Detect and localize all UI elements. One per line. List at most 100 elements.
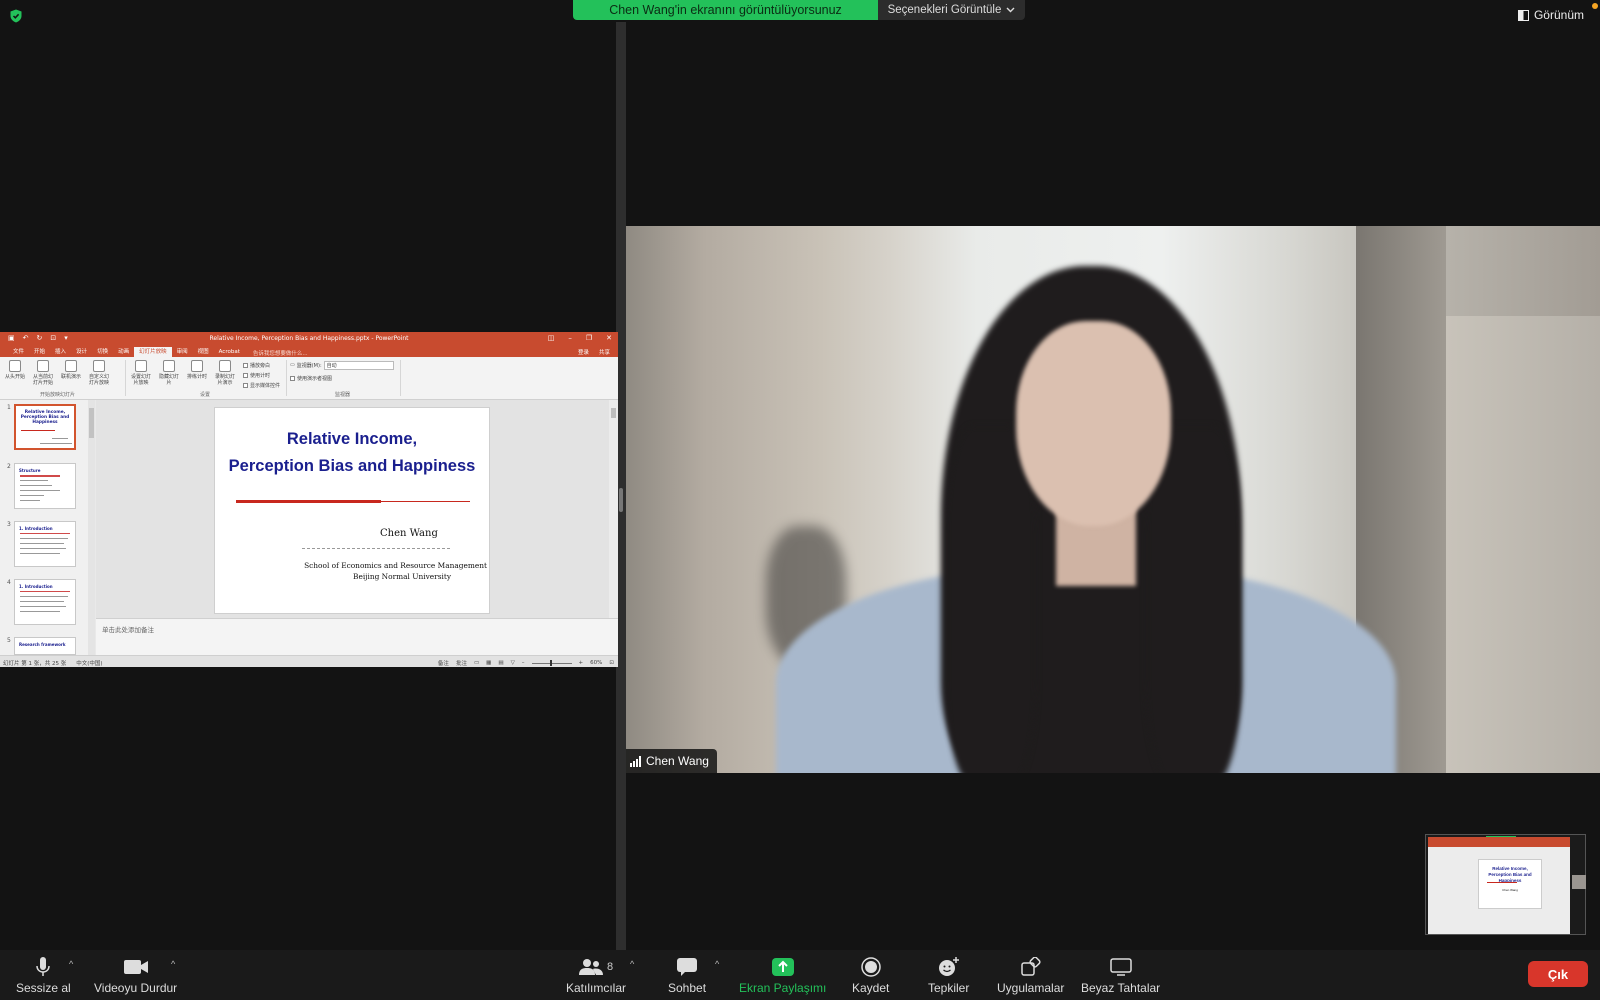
whiteboards-button[interactable]: Beyaz Tahtalar [1081, 956, 1160, 995]
monitor-icon: ▭ [290, 362, 295, 368]
tell-me-box[interactable]: 告诉我您想要做什么... [253, 349, 308, 357]
present-online-button[interactable]: 联机演示 [59, 360, 83, 386]
zoom-level[interactable]: 60% [590, 660, 602, 666]
reactions-label: Tepkiler [928, 981, 970, 995]
participants-label: Katılımcılar [566, 981, 627, 995]
thumbnails-scrollbar[interactable] [88, 400, 95, 655]
preview-slide: Relative Income, Perception Bias and Happ… [1478, 859, 1542, 909]
share-link[interactable]: 共享 [599, 348, 610, 356]
tab-home[interactable]: 开始 [29, 347, 50, 357]
tab-file[interactable]: 文件 [8, 347, 29, 357]
tab-slideshow[interactable]: 幻灯片放映 [134, 347, 172, 357]
participants-count: 8 [606, 961, 614, 973]
chat-button[interactable]: Sohbet [668, 956, 706, 995]
monitor-select[interactable]: ▭ 监视器(M): 自动 [290, 360, 394, 370]
slideshow-view-icon[interactable]: ▽ [511, 660, 515, 666]
ribbon-group-setup: 设置幻灯片放映 隐藏幻灯片 排练计时 录制幻灯片演示 播放旁白 使用计时 显示媒… [129, 360, 280, 390]
restore-icon[interactable]: ❐ [586, 334, 592, 342]
show-media-controls-checkbox[interactable]: 显示媒体控件 [243, 380, 280, 390]
view-options-button[interactable]: Seçenekleri Görüntüle [878, 0, 1025, 20]
zoom-out-icon[interactable]: – [522, 660, 525, 666]
presenter-view-checkbox[interactable]: 使用演示者视图 [290, 373, 394, 383]
view-button[interactable]: Görünüm [1517, 8, 1584, 22]
mute-button[interactable]: Sessize al [16, 956, 71, 995]
tab-design[interactable]: 设计 [71, 347, 92, 357]
thumb-line [20, 611, 60, 612]
comments-toggle[interactable]: 批注 [456, 659, 467, 667]
current-slide[interactable]: Relative Income, Perception Bias and Hap… [214, 407, 490, 614]
video-options-caret-icon[interactable]: ^ [171, 959, 175, 969]
thumb-number: 2 [7, 463, 11, 470]
account-area: 登录 共享 [578, 348, 610, 356]
thumb-title: Research framework [19, 642, 66, 647]
apps-button[interactable]: Uygulamalar [997, 956, 1064, 995]
slide-thumbnail[interactable]: Relative Income, Perception Bias and Hap… [14, 404, 76, 450]
chevron-down-icon [1006, 7, 1015, 13]
participant-face [1016, 321, 1171, 526]
present-online-label: 联机演示 [60, 374, 81, 380]
fit-to-window-icon[interactable]: ⊡ [609, 660, 614, 666]
thumb-title: Relative Income, Perception Bias and Hap… [20, 410, 70, 425]
notes-pane[interactable]: 单击此处添加备注 [96, 618, 618, 655]
screen-share-preview[interactable]: Relative Income, Perception Bias and Happ… [1425, 834, 1586, 935]
preview-powerpoint: Relative Income, Perception Bias and Happ… [1428, 837, 1570, 934]
play-narrations-checkbox[interactable]: 播放旁白 [243, 360, 280, 370]
shared-screen-powerpoint[interactable]: ▣ ↶ ↻ ⊡ ▾ Relative Income, Perception Bi… [0, 332, 618, 667]
stop-video-button[interactable]: Videoyu Durdur [94, 956, 177, 995]
audio-options-caret-icon[interactable]: ^ [69, 959, 73, 969]
group-name-monitors: 监视器 [335, 392, 351, 398]
preview-ribbon [1428, 837, 1570, 847]
reading-view-icon[interactable]: ▤ [498, 660, 503, 666]
participant-video-tile[interactable]: Chen Wang [626, 226, 1600, 773]
tab-animations[interactable]: 动画 [113, 347, 134, 357]
tab-acrobat[interactable]: Acrobat [214, 347, 245, 357]
notes-toggle[interactable]: 备注 [438, 659, 449, 667]
sign-in-link[interactable]: 登录 [578, 348, 589, 356]
scrollbar-thumb[interactable] [89, 408, 94, 438]
split-divider-handle[interactable] [619, 488, 623, 512]
slide-thumbnail[interactable]: 1. Introduction [14, 579, 76, 625]
participants-options-caret-icon[interactable]: ^ [630, 959, 634, 969]
thumb-line [20, 500, 40, 501]
slide-thumbnail[interactable]: Structure [14, 463, 76, 509]
tab-review[interactable]: 审阅 [172, 347, 193, 357]
use-timings-checkbox[interactable]: 使用计时 [243, 370, 280, 380]
slide-thumbnails-pane[interactable]: 1 Relative Income, Perception Bias and H… [0, 400, 90, 655]
tab-insert[interactable]: 插入 [50, 347, 71, 357]
participants-button[interactable]: 8 Katılımcılar [566, 956, 626, 995]
slideshow-icon [9, 360, 21, 372]
custom-show-button[interactable]: 自定义幻灯片放映 [87, 360, 111, 386]
zoom-in-icon[interactable]: + [579, 660, 584, 666]
normal-view-icon[interactable]: ▭ [474, 660, 479, 666]
slide-red-bar [236, 500, 381, 503]
minimize-icon[interactable]: – [568, 334, 572, 342]
reactions-button[interactable]: Tepkiler [928, 956, 969, 995]
slide-author: Chen Wang [380, 528, 438, 539]
slide-thumbnail[interactable]: 1. Introduction [14, 521, 76, 567]
sorter-view-icon[interactable]: ▦ [486, 660, 491, 666]
record-button[interactable]: Kaydet [852, 956, 889, 995]
scrollbar-thumb[interactable] [611, 408, 616, 418]
canvas-scrollbar[interactable] [609, 400, 618, 618]
chat-options-caret-icon[interactable]: ^ [715, 959, 719, 969]
tab-transitions[interactable]: 切换 [92, 347, 113, 357]
close-icon[interactable]: ✕ [606, 334, 612, 342]
slide-thumbnail[interactable]: Research framework [14, 637, 76, 655]
zoom-slider[interactable] [531, 659, 572, 666]
thumb-line [20, 485, 52, 486]
rehearse-timings-button[interactable]: 排练计时 [185, 360, 209, 390]
from-current-button[interactable]: 从当前幻灯片开始 [31, 360, 55, 386]
setup-show-button[interactable]: 设置幻灯片放映 [129, 360, 153, 390]
thumb-line [20, 533, 70, 534]
from-beginning-button[interactable]: 从头开始 [3, 360, 27, 386]
tab-view[interactable]: 视图 [193, 347, 214, 357]
share-screen-button[interactable]: Ekran Paylaşımı [739, 956, 826, 995]
leave-meeting-button[interactable]: Çık [1528, 961, 1588, 987]
apps-icon [1020, 957, 1041, 976]
hide-slide-button[interactable]: 隐藏幻灯片 [157, 360, 181, 390]
slideshow-current-icon [37, 360, 49, 372]
record-show-button[interactable]: 录制幻灯片演示 [213, 360, 237, 390]
ribbon-display-icon[interactable]: ◫ [548, 334, 555, 342]
security-shield-icon[interactable] [9, 9, 23, 23]
thumb-line [20, 591, 70, 592]
